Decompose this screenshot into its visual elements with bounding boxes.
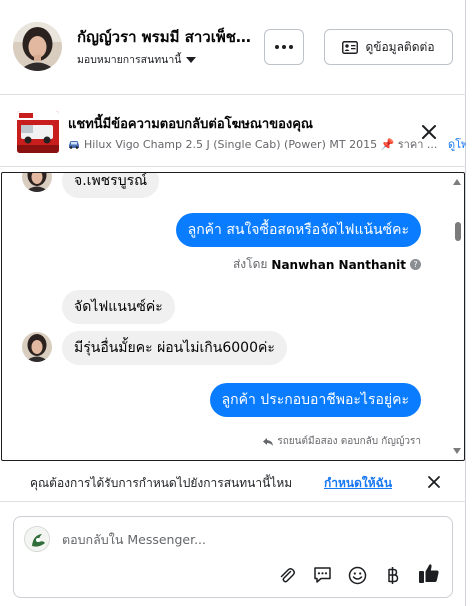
- ad-banner-subtitle: Hilux Vigo Champ 2.5 J (Single Cab) (Pow…: [68, 135, 437, 153]
- sent-by-line: ส่งโดย Nanwhan Nanthanit ?: [233, 255, 421, 274]
- saved-reply-icon[interactable]: [311, 564, 333, 586]
- contact-avatar-small: [22, 332, 52, 362]
- contact-avatar-small: [22, 173, 52, 192]
- incoming-message[interactable]: จ.เพชรบูรณ์: [62, 173, 160, 198]
- emoji-icon[interactable]: [346, 564, 368, 586]
- assign-prompt-bar: คุณต้องการได้รับการกำหนดไปยังการสนทนานี้…: [0, 462, 466, 502]
- page-avatar: [24, 526, 50, 552]
- message-input[interactable]: [62, 528, 432, 550]
- reply-arrow-icon: [263, 437, 274, 446]
- contact-avatar[interactable]: [13, 22, 62, 71]
- dot-icon: [282, 45, 286, 49]
- help-icon[interactable]: ?: [410, 259, 421, 270]
- assign-label: มอบหมายการสนทนานี้: [77, 54, 182, 66]
- message-thread[interactable]: จ.เพชรบูรณ์ ลูกค้า สนใจซื้อสดหรือจัดไฟแน…: [1, 172, 465, 461]
- sent-by-prefix: ส่งโดย: [232, 257, 268, 271]
- view-post-link[interactable]: ดูโพ: [448, 135, 466, 153]
- scrollbar-thumb[interactable]: [455, 222, 461, 241]
- outgoing-message[interactable]: ลูกค้า สนใจซื้อสดหรือจัดไฟแน้นซ์คะ: [175, 213, 421, 247]
- ad-banner-title: แชทนี้มีข้อความตอบกลับต่อโฆษณาของคุณ: [68, 117, 313, 132]
- view-contact-info-button[interactable]: ดูข้อมูลติดต่อ: [324, 29, 453, 65]
- assign-prompt-question: คุณต้องการได้รับการกำหนดไปยังการสนทนานี้…: [30, 476, 293, 490]
- incoming-message[interactable]: จัดไฟแนนซ์ค่ะ: [62, 290, 175, 324]
- car-icon: [69, 141, 79, 149]
- reply-context-text: รถยนต์มือสอง ตอบกลับ กัญญ์วรา: [277, 436, 421, 447]
- contact-name[interactable]: กัญญ์วรา พรมมี สาวเพ็ชรบูรณ์: [77, 25, 255, 49]
- scrollbar[interactable]: [452, 173, 464, 460]
- assign-conversation-dropdown[interactable]: มอบหมายการสนทนานี้: [77, 51, 197, 68]
- conversation-header: กัญญ์วรา พรมมี สาวเพ็ชรบูรณ์ มอบหมายการส…: [0, 0, 466, 95]
- assign-to-me-link[interactable]: กำหนดให้ฉัน: [324, 474, 392, 493]
- reply-context-note: รถยนต์มือสอง ตอบกลับ กัญญ์วรา: [262, 434, 421, 449]
- scroll-down-arrow-icon[interactable]: [453, 448, 461, 454]
- dot-icon: [275, 45, 279, 49]
- contact-card-icon: [342, 40, 359, 54]
- ad-banner-subtitle-text: Hilux Vigo Champ 2.5 J (Single Cab) (Pow…: [84, 138, 438, 151]
- close-icon[interactable]: [419, 122, 439, 142]
- view-contact-info-label: ดูข้อมูลติดต่อ: [365, 39, 435, 54]
- message-composer[interactable]: [13, 516, 453, 598]
- scroll-up-arrow-icon[interactable]: [453, 179, 461, 185]
- ad-reply-banner: แชทนี้มีข้อความตอบกลับต่อโฆษณาของคุณ Hil…: [0, 95, 466, 167]
- paperclip-icon[interactable]: [276, 564, 298, 586]
- close-icon[interactable]: [426, 474, 442, 490]
- ad-thumbnail[interactable]: [17, 111, 59, 153]
- thumbs-up-icon[interactable]: [418, 562, 440, 584]
- more-options-button[interactable]: [264, 29, 304, 65]
- caret-down-icon: [186, 56, 197, 63]
- outgoing-message[interactable]: ลูกค้า ประกอบอาชีพอะไรอยู่คะ: [209, 383, 421, 417]
- dot-icon: [289, 45, 293, 49]
- baht-icon[interactable]: [382, 564, 404, 586]
- incoming-message[interactable]: มีรุ่นอื่นมั้ยคะ ผ่อนไม่เกิน6000ค่ะ: [62, 331, 287, 365]
- sender-name: Nanwhan Nanthanit: [271, 257, 406, 272]
